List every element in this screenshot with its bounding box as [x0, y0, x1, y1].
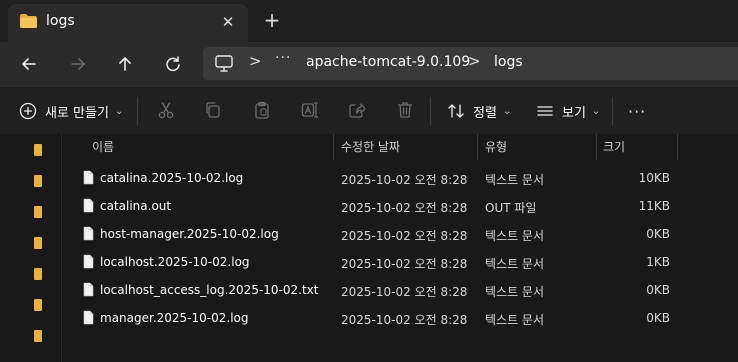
refresh-icon[interactable] [160, 51, 186, 77]
file-size: 0KB [646, 311, 670, 325]
file-size: 0KB [646, 283, 670, 297]
file-row[interactable]: localhost.2025-10-02.log 2025-10-02 오전 8… [62, 248, 738, 276]
breadcrumb-overflow[interactable]: ··· [275, 50, 291, 66]
nav-folder-icon[interactable] [34, 237, 42, 249]
column-header-type[interactable]: 유형 [485, 138, 507, 155]
tab-logs[interactable]: logs ✕ [8, 4, 248, 42]
file-date: 2025-10-02 오전 8:28 [341, 313, 468, 327]
new-button[interactable]: 새로 만들기 ⌄ [19, 99, 123, 123]
file-icon [83, 198, 94, 213]
breadcrumb-logs[interactable]: logs [494, 54, 523, 70]
file-size: 11KB [638, 199, 670, 213]
sort-button[interactable]: 정렬 ⌄ [447, 99, 511, 123]
navigation-bar: > ··· apache-tomcat-9.0.109 > logs [0, 42, 738, 86]
file-name: host-manager.2025-10-02.log [100, 227, 279, 241]
nav-folder-icon[interactable] [34, 330, 42, 342]
nav-folder-icon[interactable] [34, 144, 42, 156]
new-tab-button[interactable]: + [261, 10, 283, 32]
file-name: manager.2025-10-02.log [100, 311, 249, 325]
file-type: 텍스트 문서 [485, 313, 545, 327]
file-date: 2025-10-02 오전 8:28 [341, 173, 468, 187]
column-header-date[interactable]: 수정한 날짜 [341, 138, 400, 155]
more-options-button[interactable]: ··· [628, 99, 646, 123]
up-arrow-icon[interactable] [112, 51, 138, 77]
divider [612, 97, 613, 125]
folder-icon [20, 14, 37, 28]
file-date: 2025-10-02 오전 8:28 [341, 257, 468, 271]
this-pc-icon[interactable] [215, 55, 233, 72]
chevron-down-icon: ⌄ [502, 105, 512, 117]
delete-icon[interactable] [395, 100, 415, 120]
chevron-down-icon: ⌄ [114, 105, 124, 117]
divider [430, 97, 431, 125]
file-row[interactable]: catalina.out 2025-10-02 오전 8:28 OUT 파일 1… [62, 192, 738, 220]
navigation-pane [0, 134, 62, 362]
text-file-icon [83, 282, 94, 297]
column-divider[interactable] [333, 134, 334, 160]
copy-icon[interactable] [203, 100, 223, 120]
column-divider[interactable] [596, 134, 597, 160]
breadcrumb-apache-tomcat[interactable]: apache-tomcat-9.0.109 [306, 54, 470, 70]
file-date: 2025-10-02 오전 8:28 [341, 229, 468, 243]
file-type: 텍스트 문서 [485, 257, 545, 271]
new-button-label: 새로 만들기 [45, 105, 109, 121]
file-type: 텍스트 문서 [485, 173, 545, 187]
file-type: 텍스트 문서 [485, 229, 545, 243]
add-circle-icon [19, 102, 37, 120]
nav-folder-icon[interactable] [34, 206, 42, 218]
file-row[interactable]: manager.2025-10-02.log 2025-10-02 오전 8:2… [62, 304, 738, 332]
view-button[interactable]: 보기 ⌄ [536, 99, 600, 123]
share-icon[interactable] [347, 100, 367, 120]
column-header-name[interactable]: 이름 [92, 138, 114, 155]
text-file-icon [83, 310, 94, 325]
rename-icon[interactable] [300, 100, 320, 120]
close-tab-icon[interactable]: ✕ [218, 12, 238, 32]
file-name: catalina.out [100, 199, 172, 213]
column-divider[interactable] [477, 134, 478, 160]
chevron-down-icon: ⌄ [591, 105, 601, 117]
breadcrumb-separator[interactable]: > [249, 52, 262, 70]
breadcrumb-separator[interactable]: > [468, 52, 481, 70]
back-arrow-icon[interactable] [16, 51, 42, 77]
file-name: localhost_access_log.2025-10-02.txt [100, 283, 319, 297]
file-size: 1KB [646, 255, 670, 269]
file-name: catalina.2025-10-02.log [100, 171, 244, 185]
paste-icon[interactable] [252, 100, 272, 120]
nav-folder-icon[interactable] [34, 175, 42, 187]
file-row[interactable]: host-manager.2025-10-02.log 2025-10-02 오… [62, 220, 738, 248]
file-date: 2025-10-02 오전 8:28 [341, 285, 468, 299]
sort-icon [448, 104, 464, 118]
tab-title: logs [46, 13, 75, 29]
file-size: 10KB [638, 171, 670, 185]
nav-folder-icon[interactable] [34, 268, 42, 280]
sort-button-label: 정렬 [473, 105, 497, 121]
view-list-icon [537, 106, 553, 116]
file-size: 0KB [646, 227, 670, 241]
file-name: localhost.2025-10-02.log [100, 255, 250, 269]
file-row[interactable]: catalina.2025-10-02.log 2025-10-02 오전 8:… [62, 164, 738, 192]
file-type: OUT 파일 [485, 201, 537, 215]
column-header-size[interactable]: 크기 [603, 138, 625, 155]
column-header-row: 이름 수정한 날짜 유형 크기 [62, 134, 738, 160]
text-file-icon [83, 170, 94, 185]
address-bar[interactable]: > ··· apache-tomcat-9.0.109 > logs [203, 47, 738, 80]
file-row[interactable]: localhost_access_log.2025-10-02.txt 2025… [62, 276, 738, 304]
title-bar: logs ✕ + [0, 0, 738, 42]
file-list: 이름 수정한 날짜 유형 크기 catalina.2025-10-02.log … [62, 134, 738, 362]
file-date: 2025-10-02 오전 8:28 [341, 201, 468, 215]
divider [137, 97, 138, 125]
text-file-icon [83, 254, 94, 269]
cut-icon[interactable] [156, 100, 176, 120]
command-bar: 새로 만들기 ⌄ 정렬 ⌄ 보기 ⌄ ··· [0, 86, 738, 134]
nav-folder-icon[interactable] [34, 299, 42, 311]
column-divider[interactable] [677, 134, 678, 160]
text-file-icon [83, 226, 94, 241]
forward-arrow-icon[interactable] [65, 51, 91, 77]
file-type: 텍스트 문서 [485, 285, 545, 299]
view-button-label: 보기 [562, 105, 586, 121]
